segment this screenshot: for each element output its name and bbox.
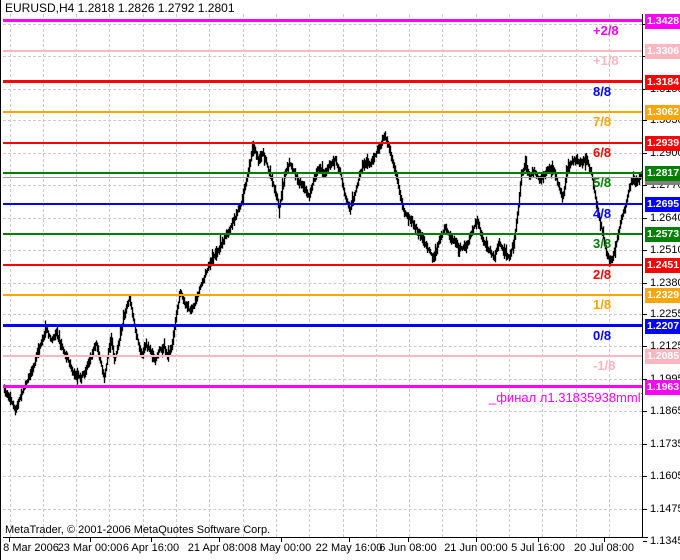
x-axis-tick <box>408 538 409 542</box>
murrey-level-label: 8/8 <box>593 84 611 99</box>
murrey-level-line <box>3 111 642 113</box>
y-axis-tick <box>643 250 647 251</box>
y-axis-tick <box>643 153 647 154</box>
price-tag: 1.2939 <box>645 136 680 151</box>
murrey-level-label: 7/8 <box>593 114 611 129</box>
x-axis-tick <box>151 538 152 542</box>
y-axis-label: 1.1865 <box>650 405 680 417</box>
x-axis: 8 Mar 200623 Mar 00:006 Apr 16:00 21 Apr … <box>1 538 643 560</box>
y-axis-tick <box>643 346 647 347</box>
y-axis-tick <box>643 283 647 284</box>
y-axis-label: 1.2510 <box>650 244 680 256</box>
x-axis-label: 23 Mar 00:00 <box>58 542 123 554</box>
murrey-level-label: +2/8 <box>593 23 619 38</box>
price-tag: 1.2817 <box>645 166 680 181</box>
x-axis-label: 8 Mar 2006 <box>3 542 59 554</box>
x-axis-label: 5 Jul 16:00 <box>511 542 565 554</box>
price-tag: 1.3306 <box>645 44 680 59</box>
murrey-level-label: 3/8 <box>593 236 611 251</box>
murrey-level-label: 1/8 <box>593 297 611 312</box>
x-axis-tick <box>476 538 477 542</box>
price-tag: 1.3062 <box>645 105 680 120</box>
x-axis-tick <box>281 538 282 542</box>
y-axis-label: 1.2380 <box>650 277 680 289</box>
y-axis-tick <box>643 541 647 542</box>
murrey-level-line <box>3 264 642 266</box>
y-axis-label: 1.1605 <box>650 470 680 482</box>
murrey-level-line <box>3 294 642 296</box>
y-axis-line <box>642 14 643 538</box>
murrey-level-line <box>3 355 642 357</box>
y-axis-tick <box>643 218 647 219</box>
x-axis-tick <box>90 538 91 542</box>
murrey-level-label: 2/8 <box>593 267 611 282</box>
copyright-text: MetaTrader, © 2001-2006 MetaQuotes Softw… <box>5 524 270 536</box>
murrey-level-line <box>3 142 642 144</box>
x-axis-label: 6 Jun 08:00 <box>379 542 437 554</box>
murrey-level-line <box>3 19 642 22</box>
x-axis-line <box>3 537 648 538</box>
price-tag: 1.2207 <box>645 319 680 334</box>
price-tag: 1.3184 <box>645 75 680 90</box>
murrey-level-label: 5/8 <box>593 175 611 190</box>
murrey-level-label: +1/8 <box>593 53 619 68</box>
y-axis-tick <box>643 314 647 315</box>
price-tag: 1.2573 <box>645 227 680 242</box>
x-axis-tick <box>538 538 539 542</box>
y-axis-tick <box>643 185 647 186</box>
plot-area[interactable]: _финал л1.31835938mml7 MetaTrader, © 200… <box>3 14 642 537</box>
title-bar: EURUSD,H4 1.2818 1.2826 1.2792 1.2801 <box>1 0 680 14</box>
current-price-line <box>3 177 642 178</box>
y-axis-label: 1.1345 <box>650 535 680 547</box>
y-axis-tick <box>643 120 647 121</box>
x-axis-label: 6 Apr 16:00 <box>123 542 179 554</box>
annotation-text: _финал л1.31835938mml7 <box>489 390 642 405</box>
murrey-level-line <box>3 324 642 327</box>
murrey-level-line <box>3 233 642 235</box>
murrey-level-line <box>3 50 642 52</box>
price-tag: 1.1963 <box>645 380 680 395</box>
y-axis-label: 1.1735 <box>650 438 680 450</box>
x-axis-tick <box>219 538 220 542</box>
murrey-level-label: -1/8 <box>593 358 615 373</box>
murrey-level-line <box>3 385 642 388</box>
price-tag: 1.2085 <box>645 349 680 364</box>
x-axis-label: 20 Jul 08:00 <box>574 542 634 554</box>
price-tag: 1.2451 <box>645 258 680 273</box>
y-axis-label: 1.1475 <box>650 503 680 515</box>
murrey-level-line <box>3 80 642 83</box>
murrey-level-line <box>3 203 642 205</box>
x-axis-label: 21 Apr 08:00 <box>188 542 250 554</box>
murrey-level-line <box>3 172 642 174</box>
x-axis-label: 22 May 16:00 <box>316 542 383 554</box>
y-axis-tick <box>643 444 647 445</box>
murrey-level-label: 0/8 <box>593 328 611 343</box>
y-axis-tick <box>643 476 647 477</box>
x-axis-tick <box>349 538 350 542</box>
x-axis-tick <box>9 538 10 542</box>
y-axis-label: 1.2255 <box>650 308 680 320</box>
chart-title: EURUSD,H4 1.2818 1.2826 1.2792 1.2801 <box>5 1 235 15</box>
x-axis-tick <box>604 538 605 542</box>
murrey-level-label: 6/8 <box>593 145 611 160</box>
candlestick-series <box>3 14 642 537</box>
y-axis: 1.34151.32851.31551.30301.29001.27701.26… <box>643 0 680 560</box>
murrey-level-label: 4/8 <box>593 206 611 221</box>
x-axis-label: 8 May 00:00 <box>251 542 312 554</box>
price-tag: 1.2329 <box>645 288 680 303</box>
price-tag: 1.2695 <box>645 197 680 212</box>
y-axis-tick <box>643 509 647 510</box>
y-axis-tick <box>643 411 647 412</box>
x-axis-label: 21 Jun 00:00 <box>444 542 508 554</box>
chart-window: _финал л1.31835938mml7 MetaTrader, © 200… <box>0 0 680 560</box>
price-tag: 1.3428 <box>645 14 680 29</box>
y-axis-label: 1.2640 <box>650 212 680 224</box>
